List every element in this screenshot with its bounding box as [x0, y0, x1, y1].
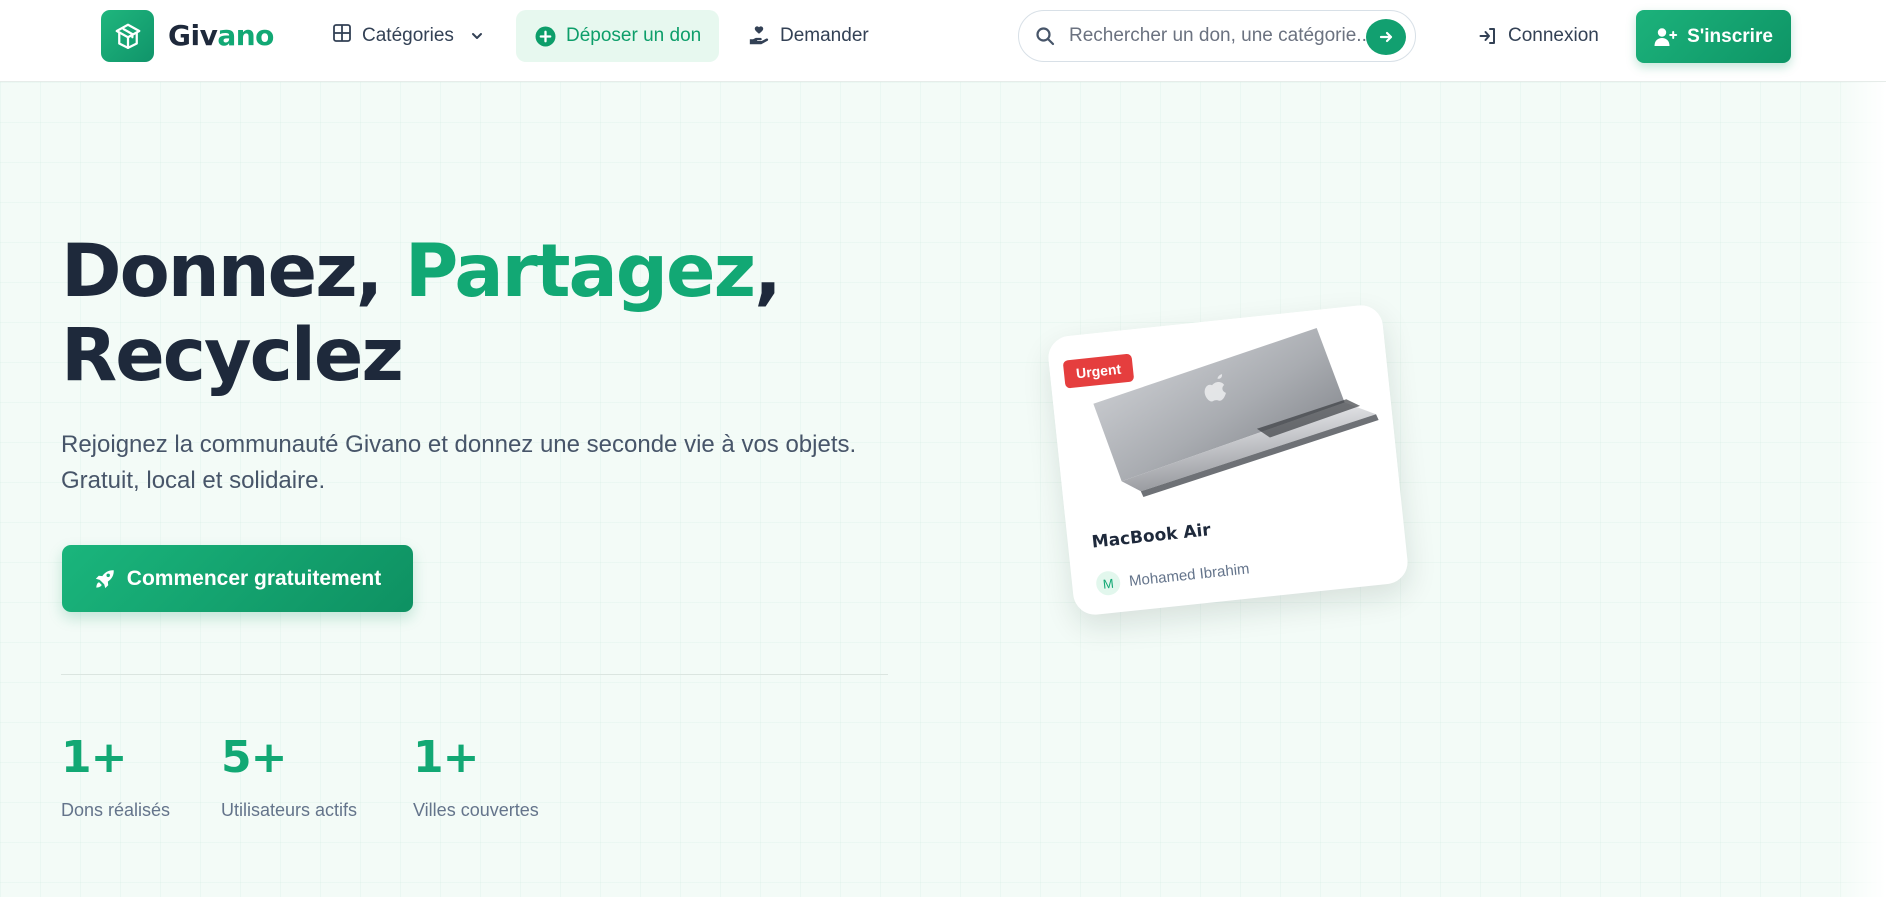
nav-demander[interactable]: Demander [748, 10, 869, 62]
hero-title-accent: Partagez [404, 229, 756, 314]
hero-section: Donnez, Partagez, Recyclez Rejoignez la … [0, 82, 1886, 897]
stat-label: Villes couvertes [413, 800, 539, 820]
stats-divider [61, 674, 888, 675]
top-navbar: Givano Catégories Déposer un don Demande… [0, 0, 1886, 82]
hero-title-comma: , [754, 229, 782, 314]
stat-utilisateurs: 5+ Utilisateurs actifs [221, 732, 357, 821]
start-free-button[interactable]: Commencer gratuitement [62, 545, 413, 612]
card-owner: M Mohamed Ibrahim [1095, 556, 1251, 597]
stat-label: Utilisateurs actifs [221, 800, 358, 820]
hero-title: Donnez, Partagez, Recyclez [61, 230, 821, 398]
search-input[interactable] [1069, 25, 1369, 47]
laptop-image [1046, 303, 1400, 518]
grid-icon [332, 23, 352, 49]
brand-name-part1: Giv [168, 19, 218, 52]
search-icon [1035, 26, 1055, 46]
signup-label: S'inscrire [1687, 25, 1773, 47]
nav-deposer-don[interactable]: Déposer un don [516, 10, 719, 62]
nav-deposer-label: Déposer un don [566, 25, 702, 46]
start-free-label: Commencer gratuitement [126, 566, 382, 590]
hero-title-part2: Recyclez [61, 313, 404, 398]
plus-circle-icon [535, 26, 556, 47]
brand-logo-text[interactable]: Givano [168, 16, 274, 56]
login-icon [1478, 26, 1498, 46]
stat-label: Dons réalisés [61, 800, 171, 820]
nav-connexion[interactable]: Connexion [1478, 10, 1599, 62]
user-plus-icon [1654, 27, 1678, 47]
owner-name: Mohamed Ibrahim [1128, 559, 1251, 590]
stat-value: 1+ [413, 732, 479, 783]
nav-connexion-label: Connexion [1508, 25, 1599, 46]
hero-lead-text: Rejoignez la communauté Givano et donnez… [61, 431, 857, 494]
brand-name-part2: ano [217, 19, 274, 52]
nav-categories-label: Catégories [362, 25, 454, 46]
nav-demander-label: Demander [780, 25, 869, 46]
rocket-icon [94, 568, 116, 590]
signup-button[interactable]: S'inscrire [1636, 10, 1791, 63]
logo-box-icon[interactable] [101, 10, 154, 62]
card-title: MacBook Air [1090, 520, 1212, 553]
stat-dons: 1+ Dons réalisés [61, 732, 170, 821]
donation-card[interactable]: Urgent MacBook Air M Mohamed Ibrahim [1046, 303, 1410, 617]
nav-categories-dropdown[interactable]: Catégories [332, 10, 484, 62]
stat-villes: 1+ Villes couvertes [413, 732, 539, 821]
stat-value: 5+ [221, 732, 287, 783]
stat-value: 1+ [61, 732, 127, 783]
search-submit-arrow-icon[interactable] [1366, 19, 1406, 55]
hero-title-part1: Donnez, [61, 229, 383, 314]
search-bar [1018, 10, 1416, 62]
chevron-down-icon [470, 29, 484, 43]
avatar: M [1095, 570, 1122, 597]
hand-heart-icon [748, 25, 770, 47]
